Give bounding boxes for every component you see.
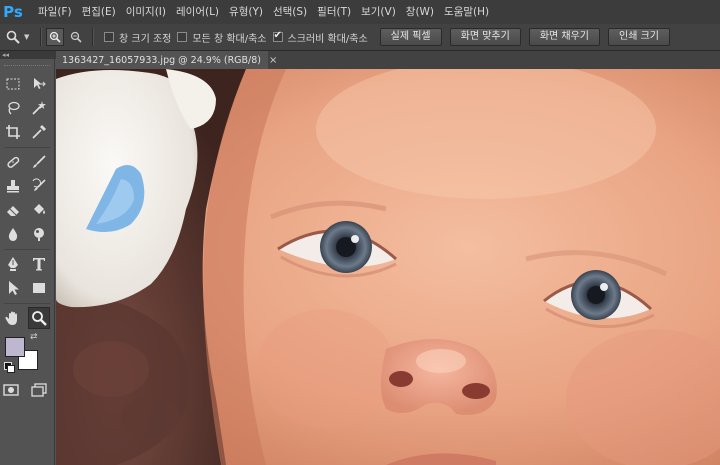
brush-tool-icon[interactable] [28,151,50,173]
fill-screen-button[interactable]: 화면 채우기 [528,28,601,46]
fit-screen-button[interactable]: 화면 맞추기 [449,28,521,46]
magic-wand-tool-icon[interactable] [28,97,50,119]
tools-panel: ◂◂ ⇄ [0,51,56,465]
lasso-tool-icon[interactable] [2,97,24,119]
panel-grip[interactable] [4,65,50,69]
zoom-out-button[interactable] [67,28,85,46]
print-size-button[interactable]: 인쇄 크기 [608,28,670,46]
rectangle-tool-icon[interactable] [28,277,50,299]
rectangular-marquee-tool-icon[interactable] [2,73,24,95]
checkbox-box-checked [272,30,283,42]
options-bar: ▼ 창 크기 조정 모든 창 확대/축소 스크러비 확대/축소 실제 픽셀 화면… [0,24,720,51]
zoom-tool-icon [6,30,20,44]
quick-mask-icon[interactable] [0,379,22,401]
photoshop-logo: Ps [3,3,23,21]
zoom-out-icon [70,31,82,43]
scrubby-zoom-checkbox[interactable]: 스크러비 확대/축소 [272,30,368,45]
divider [4,303,50,304]
blur-tool-icon[interactable] [2,223,24,245]
menu-image[interactable]: 이미지(I) [121,0,171,24]
tool-preset-picker[interactable]: ▼ [6,27,36,47]
resize-windows-checkbox[interactable]: 창 크기 조정 [104,30,171,45]
move-tool-icon[interactable] [28,73,50,95]
menu-file[interactable]: 파일(F) [33,0,77,24]
checkbox-box [104,32,114,42]
menu-list: 파일(F) 편집(E) 이미지(I) 레이어(L) 유형(Y) 선택(S) 필터… [33,0,494,24]
menu-filter[interactable]: 필터(T) [312,0,356,24]
close-icon[interactable]: × [269,55,277,66]
zoom-all-windows-checkbox[interactable]: 모든 창 확대/축소 [177,30,267,45]
menu-select[interactable]: 선택(S) [268,0,312,24]
toolbox: ⇄ [0,59,55,465]
eyedropper-tool-icon[interactable] [28,121,50,143]
menu-layer[interactable]: 레이어(L) [171,0,224,24]
menu-edit[interactable]: 편집(E) [77,0,121,24]
scrubby-zoom-label: 스크러비 확대/축소 [287,33,368,45]
swap-colors-icon[interactable]: ⇄ [30,332,38,342]
divider [92,28,94,46]
document-title: 1363427_16057933.jpg @ 24.9% (RGB/8) [62,54,262,66]
crop-tool-icon[interactable] [2,121,24,143]
divider [4,147,50,148]
dodge-tool-icon[interactable] [28,223,50,245]
pen-tool-icon[interactable] [2,253,24,275]
checkbox-box [177,32,188,42]
divider [40,28,42,46]
document-tab[interactable]: 1363427_16057933.jpg @ 24.9% (RGB/8) × [56,51,277,69]
menu-window[interactable]: 창(W) [401,0,439,24]
zoom-tool-icon[interactable] [28,307,50,329]
actual-pixels-button[interactable]: 실제 픽셀 [379,28,442,46]
default-colors-icon[interactable] [4,362,15,373]
baby-photo [56,69,720,465]
path-selection-tool-icon[interactable] [2,277,24,299]
menu-bar: Ps 파일(F) 편집(E) 이미지(I) 레이어(L) 유형(Y) 선택(S)… [0,0,720,24]
hand-tool-icon[interactable] [2,307,24,329]
clone-stamp-tool-icon[interactable] [2,175,24,197]
zoom-all-windows-label: 모든 창 확대/축소 [192,33,267,45]
foreground-color-swatch[interactable] [5,337,25,357]
document-tab-bar: 1363427_16057933.jpg @ 24.9% (RGB/8) × [56,51,720,69]
collapse-panel-icon[interactable]: ◂◂ [0,51,56,59]
menu-type[interactable]: 유형(Y) [224,0,268,24]
eraser-tool-icon[interactable] [2,199,24,221]
spot-healing-brush-tool-icon[interactable] [2,151,24,173]
zoom-in-icon [49,31,61,43]
document-canvas[interactable] [56,69,720,465]
chevron-down-icon: ▼ [24,33,30,41]
divider [4,249,50,250]
paint-bucket-tool-icon[interactable] [28,199,50,221]
screen-mode-icon[interactable] [28,379,50,401]
menu-view[interactable]: 보기(V) [356,0,401,24]
zoom-in-button[interactable] [46,28,64,46]
menu-help[interactable]: 도움말(H) [439,0,494,24]
type-tool-icon[interactable] [28,253,50,275]
resize-windows-label: 창 크기 조정 [119,33,172,45]
history-brush-tool-icon[interactable] [28,175,50,197]
